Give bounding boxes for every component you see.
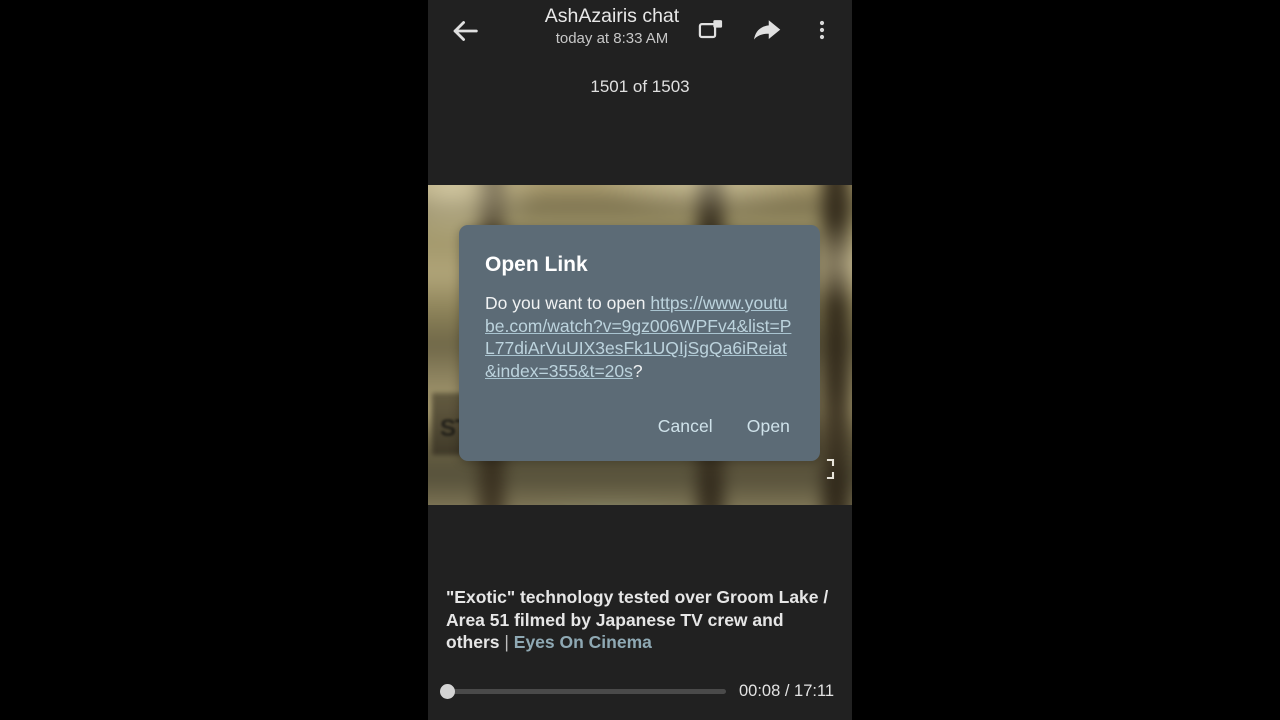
chat-title-block[interactable]: AshAzairis chat today at 8:33 AM <box>512 4 712 49</box>
picture-in-picture-icon[interactable] <box>697 16 725 44</box>
dialog-message-suffix: ? <box>632 360 643 381</box>
chat-title: AshAzairis chat <box>544 5 680 27</box>
video-caption: "Exotic" technology tested over Groom La… <box>446 586 836 654</box>
dialog-message-prefix: Do you want to open <box>485 293 651 313</box>
screenshot-root: AshAzairis chat today at 8:33 AM 1501 of… <box>0 0 1280 720</box>
overflow-menu-icon[interactable] <box>811 16 833 44</box>
dialog-actions: Cancel Open <box>459 382 820 461</box>
caption-separator: | <box>499 632 514 652</box>
fullscreen-corner-icon[interactable] <box>815 458 835 480</box>
player-controls: 00:08 / 17:11 <box>428 680 852 704</box>
seek-bar-thumb[interactable] <box>440 684 455 699</box>
open-button[interactable]: Open <box>741 412 796 441</box>
share-arrow-icon[interactable] <box>752 16 782 44</box>
dialog-title: Open Link <box>485 253 588 276</box>
open-link-dialog: Open Link Do you want to open https://ww… <box>459 225 820 461</box>
channel-link[interactable]: Eyes On Cinema <box>514 632 652 652</box>
time-readout: 00:08 / 17:11 <box>739 682 835 700</box>
app-bar: AshAzairis chat today at 8:33 AM <box>428 0 852 62</box>
cancel-button[interactable]: Cancel <box>652 412 719 441</box>
message-counter: 1501 of 1503 <box>590 77 690 96</box>
dialog-message: Do you want to open https://www.youtube.… <box>459 278 820 382</box>
back-arrow-icon[interactable] <box>448 14 482 48</box>
chat-timestamp: today at 8:33 AM <box>555 30 669 47</box>
seek-bar-track[interactable] <box>446 689 726 694</box>
